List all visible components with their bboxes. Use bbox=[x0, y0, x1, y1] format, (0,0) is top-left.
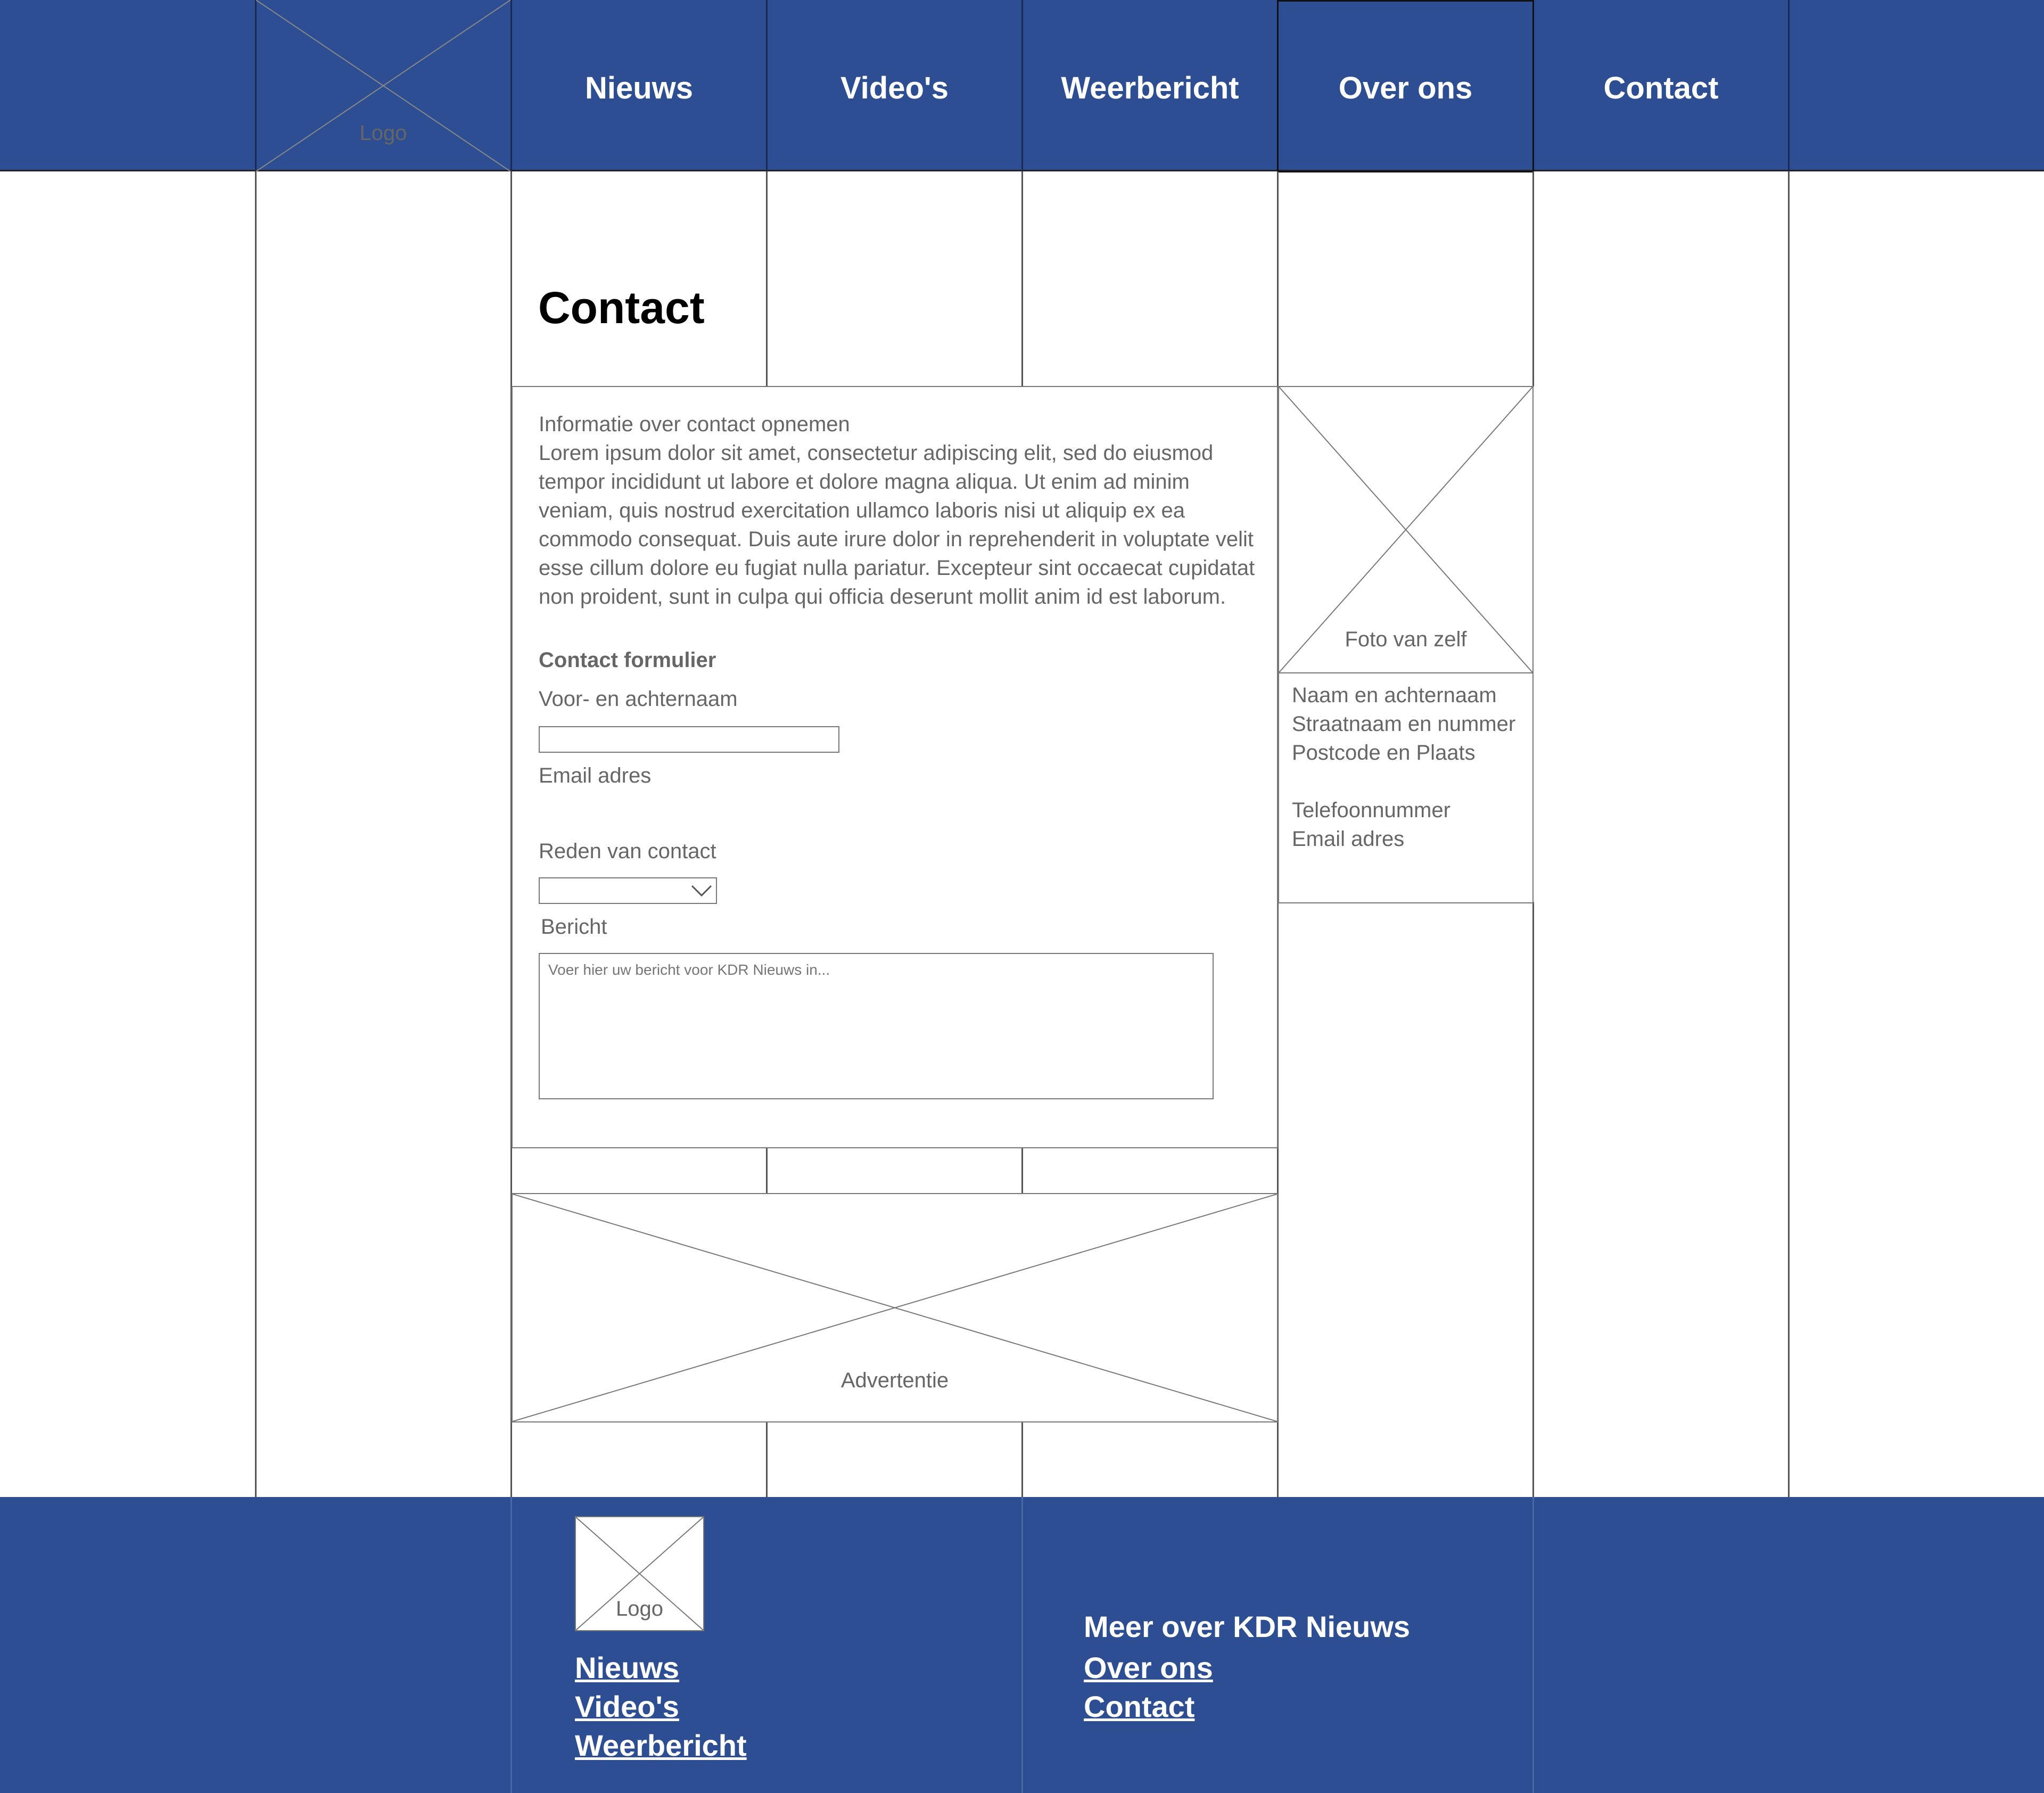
footer-more-heading: Meer over KDR Nieuws bbox=[1084, 1610, 1411, 1643]
grid-line bbox=[766, 171, 768, 386]
profile-email: Email adres bbox=[1292, 827, 1405, 851]
footer-logo[interactable]: Logo bbox=[575, 1516, 704, 1631]
contact-form-title: Contact formulier bbox=[539, 648, 716, 672]
profile-details: Naam en achternaam Straatnaam en nummer … bbox=[1278, 672, 1534, 903]
page-title: Contact bbox=[538, 283, 705, 333]
nav-item-videos[interactable]: Video's bbox=[768, 32, 1021, 144]
nav-item-weerbericht[interactable]: Weerbericht bbox=[1023, 32, 1277, 144]
grid-line bbox=[1532, 171, 1534, 386]
reason-select[interactable] bbox=[539, 877, 717, 904]
footer-link-contact[interactable]: Contact bbox=[1084, 1687, 1213, 1726]
reason-field-label: Reden van contact bbox=[539, 840, 716, 863]
logo-placeholder-icon bbox=[256, 0, 510, 171]
photo-label: Foto van zelf bbox=[1345, 628, 1467, 651]
grid-line bbox=[1021, 1421, 1023, 1497]
site-logo[interactable]: Logo bbox=[256, 0, 510, 171]
grid-line bbox=[255, 171, 257, 1497]
advertisement[interactable]: Advertentie bbox=[512, 1193, 1278, 1422]
profile-phone: Telefoonnummer bbox=[1292, 799, 1450, 822]
chevron-down-icon bbox=[691, 885, 712, 897]
info-line: Lorem ipsum dolor sit amet, consectetur … bbox=[539, 441, 1214, 465]
grid-line bbox=[1532, 902, 1534, 1497]
footer-divider bbox=[1532, 1497, 1534, 1793]
info-line: veniam, quis nostrud exercitation ullamc… bbox=[539, 499, 1185, 522]
message-textarea[interactable] bbox=[539, 953, 1214, 1099]
nav-item-over-ons[interactable]: Over ons bbox=[1279, 32, 1532, 144]
nav-item-contact[interactable]: Contact bbox=[1534, 32, 1788, 144]
info-line: commodo consequat. Duis aute irure dolor… bbox=[539, 528, 1254, 551]
footer-link-nieuws[interactable]: Nieuws bbox=[575, 1648, 747, 1687]
footer-link-videos[interactable]: Video's bbox=[575, 1687, 747, 1726]
grid-line bbox=[1788, 171, 1790, 1497]
profile-name: Naam en achternaam bbox=[1292, 684, 1497, 707]
row-divider bbox=[512, 1147, 1278, 1148]
footer-divider bbox=[510, 1497, 512, 1793]
name-input[interactable] bbox=[539, 726, 839, 753]
profile-photo: Foto van zelf bbox=[1278, 386, 1534, 673]
name-field-label: Voor- en achternaam bbox=[539, 687, 738, 711]
message-field-label: Bericht bbox=[541, 915, 607, 939]
logo-label: Logo bbox=[359, 121, 407, 145]
footer-link-over-ons[interactable]: Over ons bbox=[1084, 1648, 1213, 1687]
info-line: non proident, sunt in culpa qui officia … bbox=[539, 585, 1226, 608]
info-line: tempor incididunt ut labore et dolore ma… bbox=[539, 470, 1190, 494]
profile-street: Straatnaam en nummer bbox=[1292, 712, 1516, 736]
ad-label: Advertentie bbox=[840, 1369, 949, 1392]
nav-item-nieuws[interactable]: Nieuws bbox=[512, 32, 766, 144]
info-heading: Informatie over contact opnemen bbox=[539, 413, 850, 436]
profile-postcode: Postcode en Plaats bbox=[1292, 741, 1476, 764]
grid-line bbox=[766, 1147, 768, 1194]
footer-nav-right: Over ons Contact bbox=[1084, 1648, 1213, 1726]
footer-nav-left: Nieuws Video's Weerbericht bbox=[575, 1648, 747, 1765]
grid-line bbox=[1021, 1147, 1023, 1194]
footer-link-weerbericht[interactable]: Weerbericht bbox=[575, 1726, 747, 1765]
email-field-label: Email adres bbox=[539, 764, 652, 787]
grid-line bbox=[1021, 171, 1023, 386]
footer-divider bbox=[1021, 1497, 1023, 1793]
footer-logo-label: Logo bbox=[616, 1597, 663, 1621]
grid-line bbox=[766, 1421, 768, 1497]
info-line: esse cillum dolore eu fugiat nulla paria… bbox=[539, 556, 1255, 580]
nav-divider bbox=[1788, 0, 1790, 171]
contact-info-text: Informatie over contact opnemen Lorem ip… bbox=[539, 410, 1255, 611]
